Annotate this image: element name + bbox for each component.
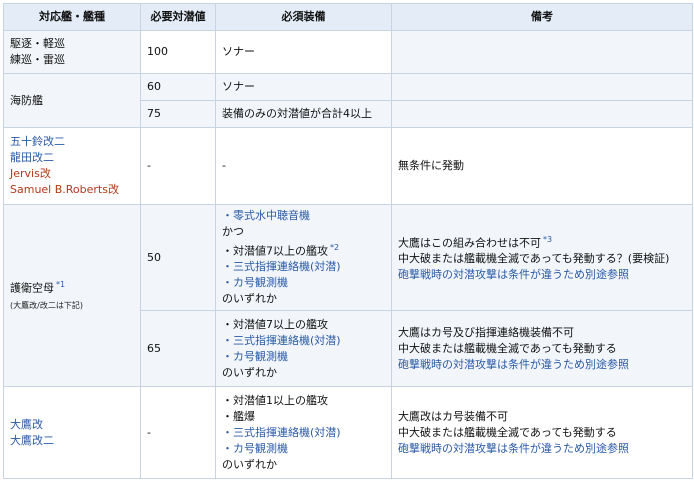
- asw-value-cell: -: [140, 127, 216, 205]
- header-required-equipment: 必須装備: [215, 3, 392, 31]
- equipment-link-type3-liaison[interactable]: ・三式指揮連絡機(対潜): [222, 425, 385, 441]
- table-row: 海防艦 60 ソナー: [3, 73, 693, 128]
- note-text: 大鷹改はカ号装備不可: [398, 409, 508, 423]
- table-row: 護衛空母 *1 (大鷹改/改二は下記) 50 ・零式水中聴音機 かつ ・対潜値7以…: [3, 204, 693, 387]
- equipment-text: かつ: [222, 224, 244, 238]
- equipment-cell: ソナー: [215, 73, 392, 101]
- asw-value-cell: -: [140, 386, 216, 479]
- asw-value-cell: 50: [140, 204, 216, 311]
- ship-cell: 大鷹改 大鷹改二: [3, 386, 141, 479]
- ship-cell: 護衛空母 *1 (大鷹改/改二は下記): [3, 204, 141, 387]
- ship-cell: 五十鈴改二 龍田改二 Jervis改 Samuel B.Roberts改: [3, 127, 141, 205]
- equipment-cell: ソナー: [215, 30, 392, 74]
- equipment-cell: ・対潜値7以上の艦攻 ・三式指揮連絡機(対潜) ・カ号観測機 のいずれか: [215, 310, 392, 387]
- note-text: 中大破または艦載機全滅であっても発動する？(要検証): [398, 252, 670, 266]
- notes-cell: [391, 30, 693, 74]
- equipment-text: のいずれか: [222, 292, 277, 306]
- equipment-cell: ・対潜値1以上の艦攻 ・艦爆 ・三式指揮連絡機(対潜) ・カ号観測機 のいずれか: [215, 386, 392, 479]
- footnote-link-1[interactable]: *1: [56, 280, 65, 289]
- footnote-link-3[interactable]: *3: [543, 235, 552, 244]
- equipment-link-ka-autogyro[interactable]: ・カ号観測機: [222, 441, 385, 457]
- equipment-text: のいずれか: [222, 457, 277, 471]
- notes-cell: [391, 100, 693, 128]
- note-text: 中大破または艦載機全滅であっても発動する: [398, 425, 617, 439]
- table-row: 大鷹改 大鷹改二 - ・対潜値1以上の艦攻 ・艦爆 ・三式指揮連絡機(対潜) ・…: [3, 386, 693, 479]
- equipment-link-type3-liaison[interactable]: ・三式指揮連絡機(対潜): [222, 259, 385, 275]
- header-required-asw: 必要対潜値: [140, 3, 216, 31]
- note-text: 中大破または艦載機全滅であっても発動する: [398, 341, 617, 355]
- footnote-link-2[interactable]: *2: [330, 243, 339, 252]
- asw-condition-table-wrapper: 対応艦・艦種 必要対潜値 必須装備 備考 駆逐・軽巡 練巡・雷巡 100 ソナー…: [3, 3, 693, 479]
- equipment-link-ka-autogyro[interactable]: ・カ号観測機: [222, 275, 385, 291]
- ship-link-taiyou-kai-ni[interactable]: 大鷹改二: [10, 433, 134, 449]
- ship-name: 海防艦: [10, 93, 43, 107]
- asw-value-cell: 65: [140, 310, 216, 387]
- equipment-link-type0-hydrophone[interactable]: ・零式水中聴音機: [222, 208, 385, 224]
- ship-subnote: (大鷹改/改二は下記): [10, 301, 83, 311]
- notes-cell: 大鷹はこの組み合わせは不可 *3 中大破または艦載機全滅であっても発動する？(要検…: [391, 204, 693, 311]
- asw-value-cell: 60: [140, 73, 216, 101]
- header-notes: 備考: [391, 3, 693, 31]
- equipment-text: のいずれか: [222, 365, 277, 379]
- note-link-shelling-asw[interactable]: 砲撃戦時の対潜攻撃は条件が違うため別途参照: [398, 267, 686, 283]
- note-link-shelling-asw[interactable]: 砲撃戦時の対潜攻撃は条件が違うため別途参照: [398, 441, 686, 457]
- equipment-text: ・艦爆: [222, 409, 255, 423]
- ship-link-tatsuta-kai-ni[interactable]: 龍田改二: [10, 150, 134, 166]
- table-header-row: 対応艦・艦種 必要対潜値 必須装備 備考: [3, 3, 693, 31]
- ship-name: 駆逐・軽巡: [10, 37, 65, 50]
- asw-value-cell: 100: [140, 30, 216, 74]
- notes-cell: 大鷹はカ号及び指揮連絡機装備不可 中大破または艦載機全滅であっても発動する 砲撃…: [391, 310, 693, 387]
- ship-name: 練巡・雷巡: [10, 53, 65, 66]
- note-link-shelling-asw[interactable]: 砲撃戦時の対潜攻撃は条件が違うため別途参照: [398, 357, 686, 373]
- ship-name: 護衛空母: [10, 281, 54, 295]
- asw-condition-table: 対応艦・艦種 必要対潜値 必須装備 備考 駆逐・軽巡 練巡・雷巡 100 ソナー…: [3, 3, 693, 479]
- notes-cell: 大鷹改はカ号装備不可 中大破または艦載機全滅であっても発動する 砲撃戦時の対潜攻…: [391, 386, 693, 479]
- ship-cell: 海防艦: [3, 73, 141, 128]
- ship-link-isuzu-kai-ni[interactable]: 五十鈴改二: [10, 134, 134, 150]
- equipment-cell: ・零式水中聴音機 かつ ・対潜値7以上の艦攻 *2 ・三式指揮連絡機(対潜) ・カ…: [215, 204, 392, 311]
- notes-cell: 無条件に発動: [391, 127, 693, 205]
- ship-cell: 駆逐・軽巡 練巡・雷巡: [3, 30, 141, 74]
- ship-link-jervis-kai[interactable]: Jervis改: [10, 166, 134, 182]
- equipment-text: ・対潜値7以上の艦攻: [222, 244, 328, 258]
- equipment-link-type3-liaison[interactable]: ・三式指揮連絡機(対潜): [222, 333, 385, 349]
- equipment-text: ・対潜値7以上の艦攻: [222, 317, 328, 331]
- notes-cell: [391, 73, 693, 101]
- note-text: 大鷹はこの組み合わせは不可: [398, 236, 541, 250]
- note-text: 大鷹はカ号及び指揮連絡機装備不可: [398, 325, 574, 339]
- ship-link-taiyou-kai[interactable]: 大鷹改: [10, 417, 134, 433]
- equipment-cell: 装備のみの対潜値が合計4以上: [215, 100, 392, 128]
- table-row: 五十鈴改二 龍田改二 Jervis改 Samuel B.Roberts改 - -…: [3, 127, 693, 205]
- equipment-link-ka-autogyro[interactable]: ・カ号観測機: [222, 349, 385, 365]
- ship-link-samuel-b-roberts-kai[interactable]: Samuel B.Roberts改: [10, 182, 134, 198]
- equipment-text: ・対潜値1以上の艦攻: [222, 393, 328, 407]
- table-row: 駆逐・軽巡 練巡・雷巡 100 ソナー: [3, 30, 693, 74]
- asw-value-cell: 75: [140, 100, 216, 128]
- equipment-cell: -: [215, 127, 392, 205]
- header-ship-type: 対応艦・艦種: [3, 3, 141, 31]
